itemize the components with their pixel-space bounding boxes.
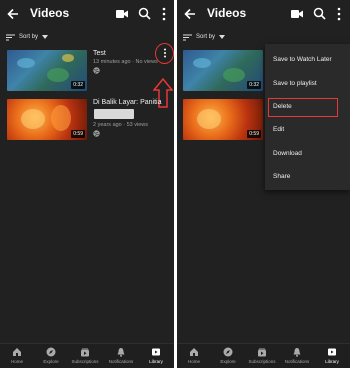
nav-notifications[interactable]: Notifications — [104, 347, 138, 364]
nav-label: Notifications — [284, 359, 310, 364]
videos-screen-right: Videos Sort by 0:32 0:59 Save to Watch L… — [177, 0, 350, 368]
menu-item-share[interactable]: Share — [265, 166, 350, 188]
nav-label: Library — [325, 359, 339, 364]
library-icon — [328, 348, 336, 356]
sort-icon — [183, 34, 192, 40]
globe-icon — [93, 67, 100, 74]
thumbnail-artwork — [47, 68, 69, 82]
video-duration: 0:32 — [71, 81, 85, 89]
nav-notifications[interactable]: Notifications — [280, 347, 314, 364]
annotation-circle — [155, 43, 174, 64]
library-icon — [152, 348, 160, 356]
menu-item-save-to-playlist[interactable]: Save to playlist — [265, 73, 350, 95]
nav-subscriptions[interactable]: Subscriptions — [245, 347, 279, 364]
sort-by-button[interactable]: Sort by — [6, 31, 49, 43]
search-icon[interactable] — [138, 7, 151, 20]
nav-subscriptions[interactable]: Subscriptions — [68, 347, 102, 364]
more-options-icon[interactable] — [336, 7, 342, 21]
sort-icon — [6, 34, 15, 40]
video-duration: 0:59 — [71, 130, 85, 138]
globe-icon — [93, 130, 100, 137]
caret-down-icon — [42, 35, 49, 39]
nav-explore[interactable]: Explore — [211, 347, 245, 364]
home-icon — [13, 348, 21, 356]
thumbnail-artwork — [21, 109, 45, 129]
nav-explore[interactable]: Explore — [34, 347, 68, 364]
thumbnail-artwork — [17, 58, 35, 68]
thumbnail-artwork — [197, 109, 221, 129]
camera-icon[interactable] — [116, 9, 128, 19]
subscriptions-icon — [258, 348, 266, 357]
nav-label: Explore — [43, 359, 59, 364]
sort-by-button[interactable]: Sort by — [183, 31, 226, 43]
thumbnail-artwork — [62, 54, 74, 62]
nav-label: Subscriptions — [248, 359, 276, 364]
home-icon — [190, 348, 198, 356]
compass-icon — [223, 347, 233, 357]
bell-icon — [117, 348, 125, 357]
video-thumbnail-di-balik-layar[interactable]: 0:59 — [7, 99, 87, 140]
camera-icon[interactable] — [291, 9, 303, 19]
thumbnail-artwork — [223, 68, 245, 82]
nav-library[interactable]: Library — [315, 347, 349, 364]
video-title[interactable]: Di Balik Layar: Panitia — [93, 99, 161, 106]
menu-item-save-to-watch-later[interactable]: Save to Watch Later — [265, 49, 350, 71]
bottom-navigation: Home Explore Subscriptions Notifications… — [0, 343, 174, 368]
annotation-highlight-box — [268, 98, 338, 117]
video-duration: 0:32 — [247, 81, 261, 89]
nav-label: Explore — [220, 359, 236, 364]
nav-label: Subscriptions — [71, 359, 99, 364]
sort-by-label: Sort by — [19, 34, 39, 40]
video-thumbnail-test[interactable]: 0:32 — [183, 50, 263, 91]
caret-down-icon — [219, 35, 226, 39]
bell-icon — [293, 348, 301, 357]
nav-label: Library — [149, 359, 163, 364]
nav-label: Home — [10, 359, 23, 364]
videos-screen-left: Videos Sort by 0:32 Test 13 minutes ago … — [0, 0, 174, 368]
nav-library[interactable]: Library — [139, 347, 173, 364]
top-app-bar: Videos — [0, 0, 174, 28]
search-icon[interactable] — [313, 7, 326, 20]
compass-icon — [46, 347, 56, 357]
nav-label: Notifications — [108, 359, 134, 364]
nav-label: Home — [187, 359, 200, 364]
video-thumbnail-di-balik-layar[interactable]: 0:59 — [183, 99, 263, 140]
top-app-bar: Videos — [177, 0, 350, 28]
subscriptions-icon — [81, 348, 89, 357]
menu-item-download[interactable]: Download — [265, 143, 350, 165]
redacted-channel-name — [94, 109, 134, 119]
page-title: Videos — [30, 6, 70, 20]
back-arrow-icon[interactable] — [6, 7, 20, 21]
back-arrow-icon[interactable] — [183, 7, 197, 21]
thumbnail-artwork — [193, 58, 211, 68]
video-meta: 2 years ago · 53 views — [93, 122, 149, 128]
sort-by-label: Sort by — [196, 34, 216, 40]
more-options-icon[interactable] — [161, 7, 167, 21]
nav-home[interactable]: Home — [177, 347, 211, 364]
video-meta: 13 minutes ago · No views — [93, 59, 158, 65]
video-title[interactable]: Test — [93, 50, 106, 57]
video-duration: 0:59 — [247, 130, 261, 138]
bottom-navigation: Home Explore Subscriptions Notifications… — [177, 343, 350, 368]
video-thumbnail-test[interactable]: 0:32 — [7, 50, 87, 91]
page-title: Videos — [207, 6, 247, 20]
thumbnail-artwork — [51, 105, 71, 131]
nav-home[interactable]: Home — [0, 347, 34, 364]
video-options-menu: Save to Watch Later Save to playlist Del… — [265, 44, 350, 190]
menu-item-edit[interactable]: Edit — [265, 119, 350, 141]
